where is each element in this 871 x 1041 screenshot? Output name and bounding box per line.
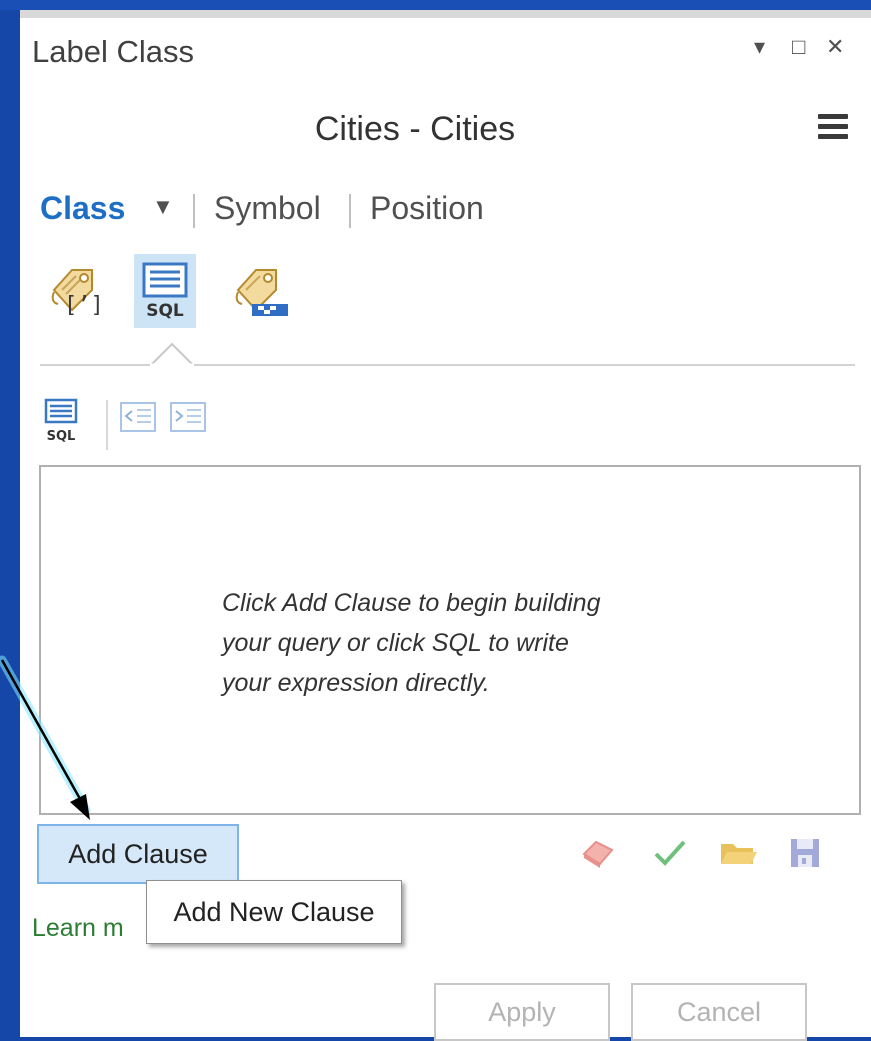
annotation-arrow [0, 655, 91, 820]
